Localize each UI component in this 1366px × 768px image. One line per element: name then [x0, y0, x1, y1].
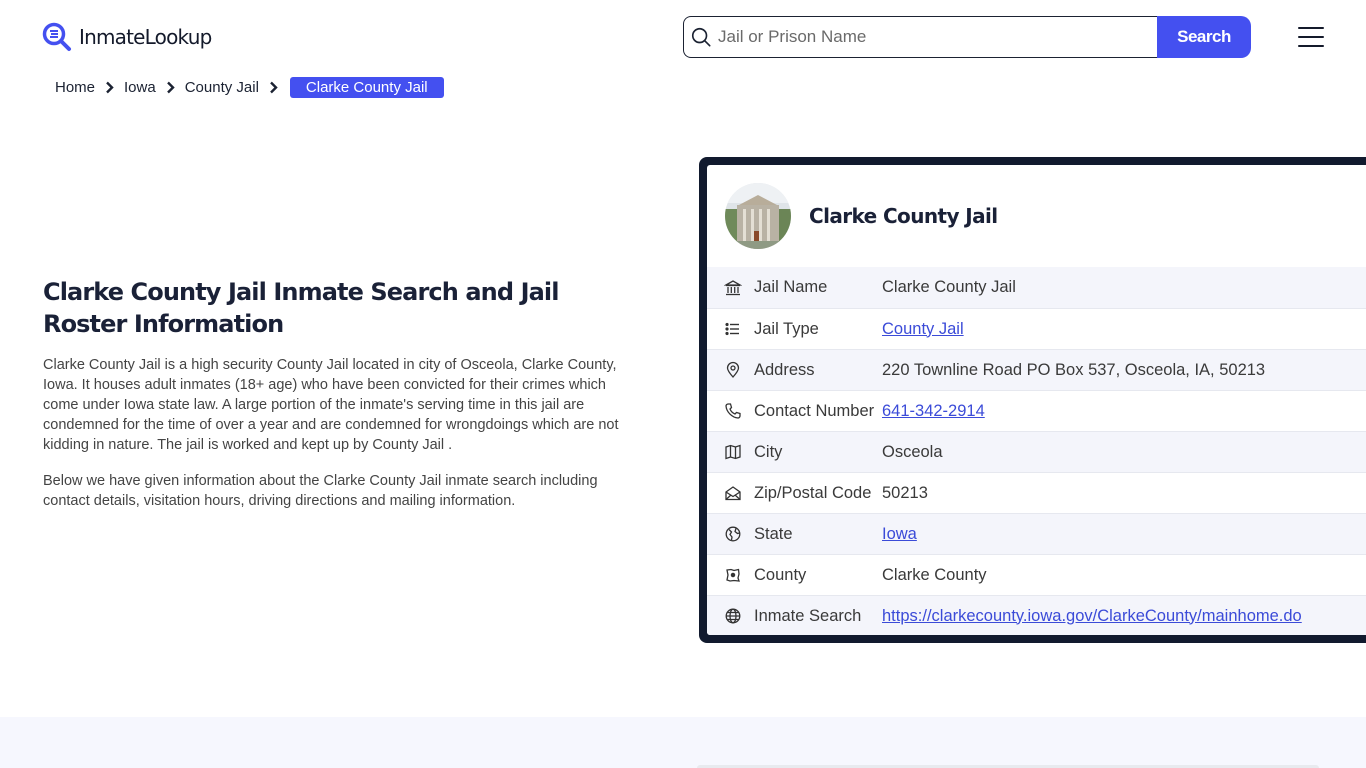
row-label: Zip/Postal Code	[754, 483, 872, 502]
jail-type-link[interactable]: County Jail	[882, 320, 964, 339]
card-header: Clarke County Jail	[707, 165, 1366, 267]
info-row-address: Address 220 Townline Road PO Box 537, Os…	[707, 349, 1366, 390]
chevron-right-icon	[166, 81, 175, 93]
info-row-inmate-search: Inmate Search https://clarkecounty.iowa.…	[707, 595, 1366, 635]
map-icon	[725, 444, 741, 460]
jail-info-card: Clarke County Jail Jail Name Clarke Coun…	[699, 157, 1366, 643]
intro-paragraph: Below we have given information about th…	[43, 473, 598, 509]
building-columns-icon	[724, 279, 742, 295]
info-row-zip: Zip/Postal Code 50213	[707, 472, 1366, 513]
search-field[interactable]	[683, 16, 1157, 58]
mail-open-icon	[725, 486, 741, 501]
row-label: State	[754, 524, 793, 543]
globe-icon	[725, 608, 741, 624]
intro-text: Clarke County Jail is a high security Co…	[43, 355, 643, 527]
row-label: Contact Number	[754, 401, 875, 420]
search-bar: Search	[683, 16, 1251, 58]
info-table: Jail Name Clarke County Jail Jail Type C…	[707, 267, 1366, 635]
state-link[interactable]: Iowa	[882, 525, 917, 544]
breadcrumb-current: Clarke County Jail	[289, 76, 444, 98]
globe-pin-icon	[725, 526, 741, 542]
info-row-jail-name: Jail Name Clarke County Jail	[707, 267, 1366, 308]
row-value: Clarke County Jail	[882, 278, 1016, 296]
page-title: Clarke County Jail Inmate Search and Jai…	[43, 278, 559, 338]
magnifier-logo-icon	[42, 22, 71, 51]
search-icon	[691, 27, 711, 47]
search-button[interactable]: Search	[1157, 16, 1251, 58]
chevron-right-icon	[106, 81, 114, 93]
search-input[interactable]	[718, 27, 1138, 47]
row-label: Address	[754, 360, 815, 379]
info-row-city: City Osceola	[707, 431, 1366, 472]
breadcrumb-iowa[interactable]: Iowa	[124, 79, 156, 96]
jail-photo	[725, 183, 791, 249]
breadcrumb-county-jail[interactable]: County Jail	[185, 79, 259, 96]
menu-line	[1298, 27, 1324, 29]
row-value: Clarke County	[882, 565, 987, 584]
breadcrumb-home[interactable]: Home	[55, 79, 95, 96]
inmate-search-link[interactable]: https://clarkecounty.iowa.gov/ClarkeCoun…	[882, 607, 1302, 626]
row-value: 220 Townline Road PO Box 537, Osceola, I…	[882, 360, 1266, 379]
next-section-band	[0, 717, 1366, 768]
hamburger-icon[interactable]	[1298, 27, 1324, 47]
menu-line	[1298, 45, 1324, 47]
logo-text: InmateLookup	[79, 25, 212, 49]
info-row-contact: Contact Number 641-342-2914	[707, 390, 1366, 431]
chevron-right-icon	[270, 81, 278, 93]
row-label: City	[754, 442, 783, 461]
intro-paragraph: Clarke County Jail is a high security Co…	[43, 357, 619, 453]
logo[interactable]: InmateLookup	[42, 22, 212, 52]
card-title: Clarke County Jail	[809, 204, 998, 228]
row-value: Osceola	[882, 442, 943, 461]
info-row-county: County Clarke County	[707, 554, 1366, 595]
info-row-jail-type: Jail Type County Jail	[707, 308, 1366, 349]
row-value: 50213	[882, 483, 928, 502]
row-label: Jail Name	[754, 278, 828, 296]
courthouse-image	[725, 183, 791, 249]
list-icon	[725, 322, 739, 336]
row-label: Inmate Search	[754, 606, 862, 625]
phone-icon	[725, 403, 741, 419]
phone-link[interactable]: 641-342-2914	[882, 402, 985, 421]
map-pin-icon	[726, 361, 740, 378]
row-label: Jail Type	[754, 319, 819, 338]
row-label: County	[754, 565, 807, 584]
menu-line	[1298, 36, 1324, 38]
county-map-icon	[726, 568, 740, 582]
breadcrumb: Home Iowa County Jail Clarke County Jail	[55, 76, 444, 98]
info-row-state: State Iowa	[707, 513, 1366, 554]
